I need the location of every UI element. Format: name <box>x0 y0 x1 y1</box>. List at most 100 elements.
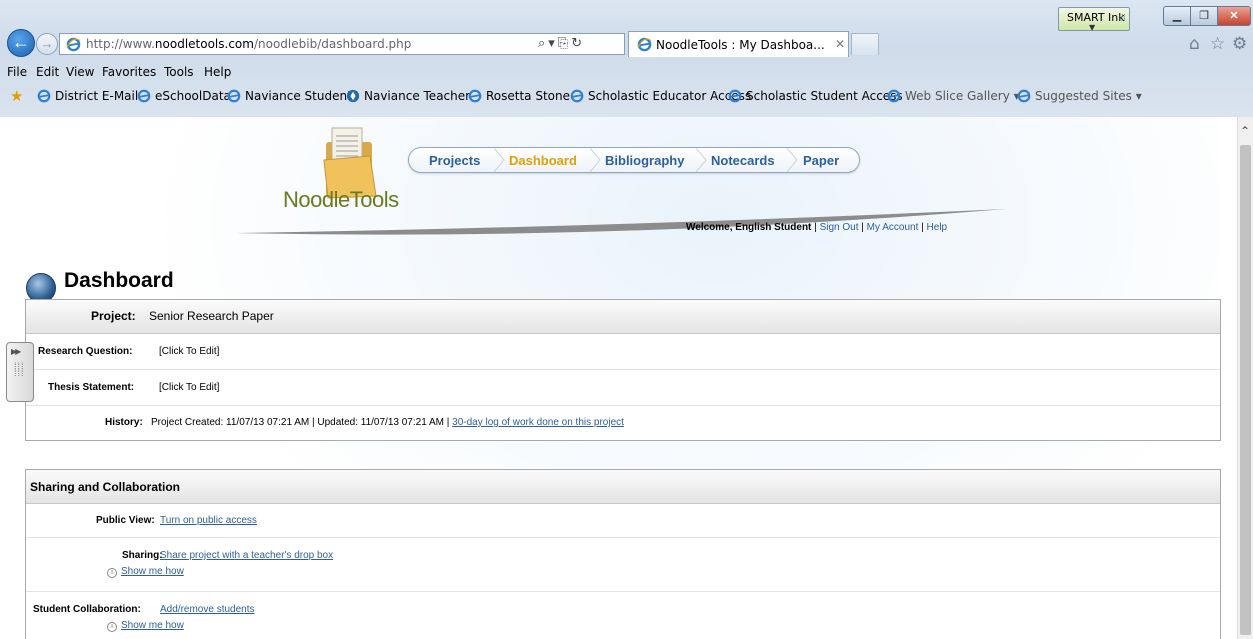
fav-suggested-sites[interactable]: Suggested Sites ▾ <box>1017 89 1142 103</box>
nav-projects[interactable]: Projects <box>429 153 480 168</box>
naviance-icon <box>346 89 360 103</box>
minimize-button[interactable]: ▁ <box>1163 6 1191 26</box>
thesis-label: Thesis Statement: <box>48 382 135 393</box>
history-row: History: Project Created: 11/07/13 07:21… <box>26 406 1220 440</box>
smart-side-tab[interactable]: ▶▶ ⁞⁞⁞ ⁞⁞⁞ <box>6 342 34 402</box>
ie-icon <box>37 89 51 103</box>
browser-tab[interactable]: NoodleTools : My Dashboa... ✕ <box>628 31 849 57</box>
favorites-bar: ★ District E-Mail eSchoolData Naviance S… <box>0 85 1253 109</box>
nav-bibliography[interactable]: Bibliography <box>605 153 684 168</box>
nav-notecards[interactable]: Notecards <box>711 153 775 168</box>
scrollbar-thumb[interactable] <box>1240 145 1251 635</box>
help-link[interactable]: Help <box>927 222 948 233</box>
page-title: Dashboard <box>64 269 174 292</box>
close-button[interactable]: ✕ <box>1217 6 1251 26</box>
gear-icon[interactable]: ⚙ <box>1232 34 1247 54</box>
smart-ink-label: SMART Ink <box>1067 11 1125 24</box>
page-content: NoodleTools Projects Dashboard Bibliogra… <box>0 117 1237 639</box>
menu-favorites[interactable]: Favorites <box>102 65 156 79</box>
welcome-text: Welcome, English Student <box>686 222 812 233</box>
thesis-row: Thesis Statement: [Click To Edit] <box>26 370 1220 406</box>
ie-icon <box>728 89 742 103</box>
expand-arrows-icon: ▶▶ <box>11 347 21 356</box>
info-icon: i <box>107 622 117 632</box>
new-tab-button[interactable] <box>851 33 879 55</box>
research-question-value[interactable]: [Click To Edit] <box>159 346 219 357</box>
restore-button[interactable]: ❐ <box>1190 6 1218 26</box>
fav-eschooldata[interactable]: eSchoolData <box>137 89 231 103</box>
fav-scholastic-student[interactable]: Scholastic Student Access <box>728 89 903 103</box>
public-access-link[interactable]: Turn on public access <box>160 515 257 526</box>
my-account-link[interactable]: My Account <box>867 222 919 233</box>
forward-button[interactable]: → <box>36 33 58 55</box>
grip-icon: ⁞⁞ <box>1120 13 1126 24</box>
show-me-how-link[interactable]: i Show me how <box>107 566 184 578</box>
project-panel: Project: Senior Research Paper Research … <box>25 299 1221 441</box>
sharing-panel: Sharing and Collaboration Public View: T… <box>25 469 1221 639</box>
menu-help[interactable]: Help <box>204 65 231 79</box>
smart-ink-button[interactable]: SMART Ink ▼ ⁞⁞ <box>1058 7 1130 32</box>
sharing-header: Sharing and Collaboration <box>26 470 1220 504</box>
smart-ink-dropdown-icon: ▼ <box>1089 23 1096 32</box>
back-button[interactable]: ← <box>7 29 35 57</box>
menu-edit[interactable]: Edit <box>36 65 59 79</box>
show-me-how-link[interactable]: i Show me how <box>107 620 184 632</box>
collaboration-label: Student Collaboration: <box>33 604 141 615</box>
fav-scholastic-educator[interactable]: Scholastic Educator Access <box>570 89 751 103</box>
favorites-add-icon[interactable]: ★ <box>10 87 23 105</box>
close-tab-icon[interactable]: ✕ <box>835 37 845 51</box>
collaboration-row: Student Collaboration: Add/remove studen… <box>26 592 1220 639</box>
nav-dashboard[interactable]: Dashboard <box>509 153 577 168</box>
menu-view[interactable]: View <box>66 65 94 79</box>
title-bar: SMART Ink ▼ ⁞⁞ ▁ ❐ ✕ <box>0 0 1253 32</box>
nav-paper[interactable]: Paper <box>803 153 839 168</box>
grip-icon: ⁞⁞⁞ ⁞⁞⁞ <box>14 361 25 378</box>
add-remove-students-link[interactable]: Add/remove students <box>160 604 255 615</box>
ie-icon <box>137 89 151 103</box>
project-label: Project: <box>91 309 136 323</box>
fav-district-email[interactable]: District E-Mail <box>37 89 138 103</box>
nav-separator-icon <box>589 148 601 172</box>
public-view-row: Public View: Turn on public access <box>26 504 1220 538</box>
welcome-bar: Welcome, English Student | Sign Out | My… <box>686 222 947 233</box>
main-nav: Projects Dashboard Bibliography Notecard… <box>408 147 860 173</box>
fav-rosetta-stone[interactable]: Rosetta Stone <box>468 89 570 103</box>
menu-tools[interactable]: Tools <box>164 65 194 79</box>
ie-icon <box>227 89 241 103</box>
nav-separator-icon <box>493 148 505 172</box>
address-bar[interactable]: http://www.noodletools.com/noodlebib/das… <box>59 33 625 55</box>
history-log-link[interactable]: 30-day log of work done on this project <box>452 417 624 428</box>
favorites-star-icon[interactable]: ☆ <box>1210 34 1225 54</box>
sharing-row: Sharing: Share project with a teacher's … <box>26 538 1220 592</box>
info-icon: i <box>107 568 117 578</box>
menu-bar: File Edit View Favorites Tools Help <box>0 62 1253 82</box>
fav-web-slice-gallery[interactable]: Web Slice Gallery ▾ <box>887 89 1020 103</box>
menu-file[interactable]: File <box>7 65 27 79</box>
tab-title: NoodleTools : My Dashboa... <box>656 38 825 52</box>
nav-separator-icon <box>786 148 798 172</box>
home-icon[interactable]: ⌂ <box>1189 34 1200 54</box>
project-header: Project: Senior Research Paper <box>26 300 1220 334</box>
fav-naviance-student[interactable]: Naviance Student <box>227 89 352 103</box>
thesis-value[interactable]: [Click To Edit] <box>159 382 219 393</box>
sharing-heading: Sharing and Collaboration <box>30 480 181 494</box>
ie-icon <box>570 89 584 103</box>
url-text[interactable]: http://www.noodletools.com/noodlebib/das… <box>86 37 411 51</box>
browser-chrome: SMART Ink ▼ ⁞⁞ ▁ ❐ ✕ ← → http://www.nood… <box>0 0 1253 117</box>
share-dropbox-link[interactable]: Share project with a teacher's drop box <box>160 550 333 561</box>
ie-icon <box>66 37 81 52</box>
history-label: History: <box>105 417 143 428</box>
scroll-up-icon[interactable]: ⌃ <box>1240 124 1250 138</box>
ie-icon <box>1017 89 1031 103</box>
sign-out-link[interactable]: Sign Out <box>820 222 859 233</box>
project-name[interactable]: Senior Research Paper <box>149 309 274 323</box>
public-view-label: Public View: <box>96 515 155 526</box>
history-text: Project Created: 11/07/13 07:21 AM | Upd… <box>151 417 624 428</box>
research-question-row: Research Question: [Click To Edit] <box>26 334 1220 370</box>
ie-icon <box>468 89 482 103</box>
fav-naviance-teacher[interactable]: Naviance Teacher <box>346 89 470 103</box>
sharing-label: Sharing: <box>122 550 163 561</box>
separator: | <box>921 222 924 233</box>
ie-icon <box>887 89 901 103</box>
search-refresh-icons[interactable]: ⌕▾⎘↻ <box>538 36 585 51</box>
